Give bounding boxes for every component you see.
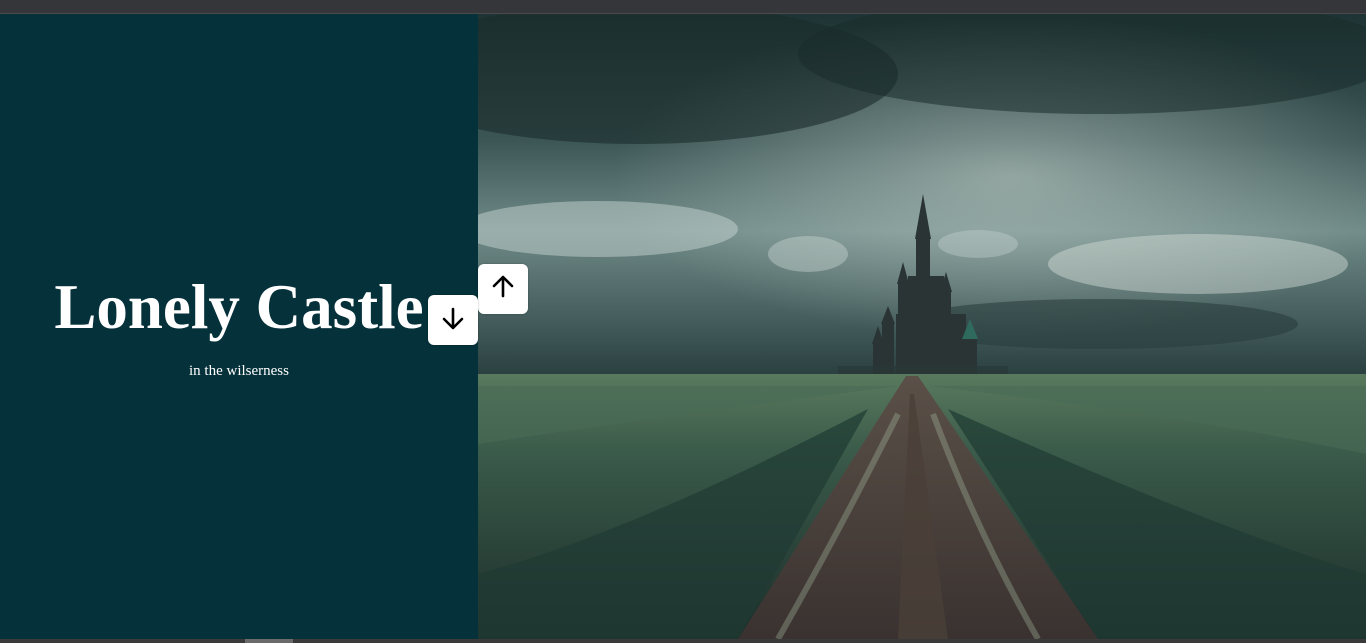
scroll-up-button[interactable] bbox=[478, 264, 528, 314]
browser-toolbar-strip bbox=[0, 0, 1366, 14]
hero-text-panel: Lonely Castle in the wilserness bbox=[0, 14, 478, 639]
arrow-up-icon bbox=[490, 274, 516, 305]
castle-image bbox=[478, 14, 1366, 639]
hero-subtitle: in the wilserness bbox=[189, 363, 289, 379]
scrollbar-thumb[interactable] bbox=[245, 639, 293, 643]
arrow-down-icon bbox=[440, 305, 466, 336]
hero-title: Lonely Castle bbox=[54, 272, 424, 342]
horizontal-scrollbar[interactable] bbox=[0, 639, 1366, 643]
scroll-down-button[interactable] bbox=[428, 295, 478, 345]
castle-landscape-illustration bbox=[478, 14, 1366, 639]
